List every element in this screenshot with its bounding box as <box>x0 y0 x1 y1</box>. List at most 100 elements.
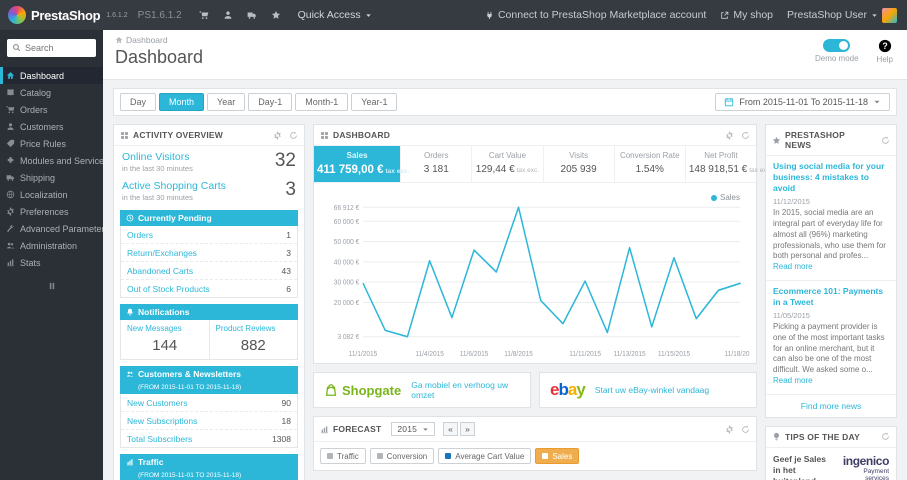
date-range-picker[interactable]: From 2015-11-01 To 2015-11-18 <box>715 93 890 111</box>
find-more-news-link[interactable]: Find more news <box>766 395 896 417</box>
sidebar-search <box>7 38 96 57</box>
kpi-visits[interactable]: Visits 205 939 <box>544 146 615 182</box>
prestashop-logo-icon <box>8 6 26 24</box>
puzzle-icon <box>6 156 15 165</box>
chart-icon <box>320 425 329 434</box>
active-carts-link[interactable]: Active Shopping Carts <box>122 180 226 192</box>
kpi-cart-value[interactable]: Cart Value 129,44 € tax exc. <box>472 146 544 182</box>
svg-text:11/13/2015: 11/13/2015 <box>613 351 645 358</box>
forecast-panel-title: FORECAST <box>333 424 382 434</box>
forecast-legend: Traffic Conversion Average Cart Value Sa… <box>314 442 756 470</box>
sidebar-collapse-button[interactable] <box>0 281 103 291</box>
filter-bar: Day Month Year Day-1 Month-1 Year-1 From… <box>113 88 897 116</box>
pending-row: Out of Stock Products 6 <box>127 283 291 294</box>
filter-month-button[interactable]: Month <box>159 93 205 111</box>
cart-icon <box>6 105 15 114</box>
svg-text:11/11/2015: 11/11/2015 <box>569 351 601 358</box>
breadcrumb[interactable]: Dashboard <box>115 35 203 45</box>
traffic-section: Traffic (FROM 2015-11-01 TO 2015-11-18) … <box>120 454 298 480</box>
dashboard-panel: DASHBOARD Sales 411 759,00 € tax exc. Ord… <box>313 124 772 364</box>
sidebar-item-price-rules[interactable]: Price Rules <box>0 135 103 152</box>
ebay-promo-link[interactable]: Start uw eBay-winkel vandaag <box>595 385 709 395</box>
sidebar-item-localization[interactable]: Localization <box>0 186 103 203</box>
user-menu[interactable]: PrestaShop User <box>787 7 897 23</box>
pending-returns-link[interactable]: Return/Exchanges <box>127 248 197 258</box>
favorites-icon[interactable] <box>264 0 288 30</box>
quick-access-menu[interactable]: Quick Access <box>288 9 382 21</box>
news-article-title-link[interactable]: Ecommerce 101: Payments in a Tweet <box>773 286 889 308</box>
tag-icon <box>6 139 15 148</box>
gear-icon[interactable] <box>725 425 734 434</box>
sidebar-item-catalog[interactable]: Catalog <box>0 84 103 101</box>
forecast-chip-sales[interactable]: Sales <box>535 448 580 464</box>
new-subscriptions-link[interactable]: New Subscriptions <box>127 416 197 426</box>
forecast-next-button[interactable]: » <box>460 422 476 436</box>
refresh-icon[interactable] <box>881 136 890 145</box>
filter-day-button[interactable]: Day <box>120 93 157 111</box>
shopgate-promo-link[interactable]: Ga mobiel en verhoog uw omzet <box>411 380 520 400</box>
news-article-title-link[interactable]: Using social media for your business: 4 … <box>773 161 889 194</box>
online-visitors-link[interactable]: Online Visitors <box>122 151 193 163</box>
customers-row: New Subscriptions 18 <box>121 412 297 431</box>
shopgate-promo: Shopgate Ga mobiel en verhoog uw omzet <box>313 372 531 408</box>
legend-dot <box>327 453 333 459</box>
star-icon <box>772 136 781 145</box>
refresh-icon[interactable] <box>741 131 750 140</box>
forecast-chip-conversion[interactable]: Conversion <box>369 448 435 464</box>
sidebar-item-dashboard[interactable]: Dashboard <box>0 67 103 84</box>
new-customers-link[interactable]: New Customers <box>127 398 187 408</box>
forecast-chip-traffic[interactable]: Traffic <box>320 448 366 464</box>
new-messages-cell[interactable]: New Messages 144 <box>121 320 209 359</box>
pending-orders-link[interactable]: Orders <box>127 230 153 240</box>
forecast-panel: FORECAST 2015 « » Traffic Conversion Ave… <box>313 416 757 471</box>
my-shop-link[interactable]: My shop <box>720 9 773 21</box>
sidebar-nav: Dashboard Catalog Orders Customers Price… <box>0 67 103 271</box>
brand-name: PrestaShop <box>31 7 101 23</box>
filter-year-button[interactable]: Year <box>207 93 246 111</box>
grid-icon <box>320 131 329 140</box>
ebay-logo: ebay <box>550 380 586 399</box>
refresh-icon[interactable] <box>741 425 750 434</box>
sidebar-item-shipping[interactable]: Shipping <box>0 169 103 186</box>
shipping-notification-icon[interactable] <box>240 0 264 30</box>
refresh-icon[interactable] <box>289 131 298 140</box>
abandoned-carts-link[interactable]: Abandoned Carts <box>127 266 193 276</box>
svg-text:11/18/2015: 11/18/2015 <box>725 351 750 358</box>
marketplace-connect-link[interactable]: Connect to PrestaShop Marketplace accoun… <box>485 9 706 21</box>
sidebar-item-orders[interactable]: Orders <box>0 101 103 118</box>
forecast-prev-button[interactable]: « <box>443 422 459 436</box>
filter-day-1-button[interactable]: Day-1 <box>248 93 293 111</box>
total-subscribers-link[interactable]: Total Subscribers <box>127 434 192 444</box>
help-icon[interactable] <box>878 39 892 53</box>
demo-mode-toggle[interactable] <box>823 39 851 52</box>
sidebar-item-administration[interactable]: Administration <box>0 237 103 254</box>
orders-notification-icon[interactable] <box>192 0 216 30</box>
sidebar-item-stats[interactable]: Stats <box>0 254 103 271</box>
refresh-icon[interactable] <box>881 432 890 441</box>
news-article: Ecommerce 101: Payments in a Tweet 11/05… <box>766 281 896 395</box>
kpi-sales[interactable]: Sales 411 759,00 € tax exc. <box>314 146 409 182</box>
sidebar-item-customers[interactable]: Customers <box>0 118 103 135</box>
filter-year-1-button[interactable]: Year-1 <box>351 93 398 111</box>
filter-month-1-button[interactable]: Month-1 <box>295 93 349 111</box>
ingenico-logo[interactable]: ingenico Payment services <box>838 454 890 480</box>
customers-notification-icon[interactable] <box>216 0 240 30</box>
gear-icon[interactable] <box>725 131 734 140</box>
sidebar-item-preferences[interactable]: Preferences <box>0 203 103 220</box>
svg-text:66 912 €: 66 912 € <box>334 205 360 212</box>
read-more-link[interactable]: Read more <box>773 262 813 271</box>
chart-icon <box>126 458 134 466</box>
kpi-orders[interactable]: Orders 3 181 <box>401 146 473 182</box>
forecast-year-select[interactable]: 2015 <box>391 422 436 436</box>
sidebar-item-modules[interactable]: Modules and Services <box>0 152 103 169</box>
product-reviews-cell[interactable]: Product Reviews 882 <box>208 320 298 360</box>
sidebar-item-advanced-parameters[interactable]: Advanced Parameters <box>0 220 103 237</box>
kpi-net-profit[interactable]: Net Profit 148 918,51 € tax exc. <box>686 146 772 182</box>
prestashop-logo[interactable]: PrestaShop 1.6.1.2 <box>0 6 136 24</box>
kpi-conversion-rate[interactable]: Conversion Rate 1.54% <box>615 146 686 182</box>
out-of-stock-link[interactable]: Out of Stock Products <box>127 284 210 294</box>
content: Day Month Year Day-1 Month-1 Year-1 From… <box>103 80 907 480</box>
read-more-link[interactable]: Read more <box>773 376 813 385</box>
gear-icon[interactable] <box>273 131 282 140</box>
forecast-chip-average-cart-value[interactable]: Average Cart Value <box>438 448 532 464</box>
